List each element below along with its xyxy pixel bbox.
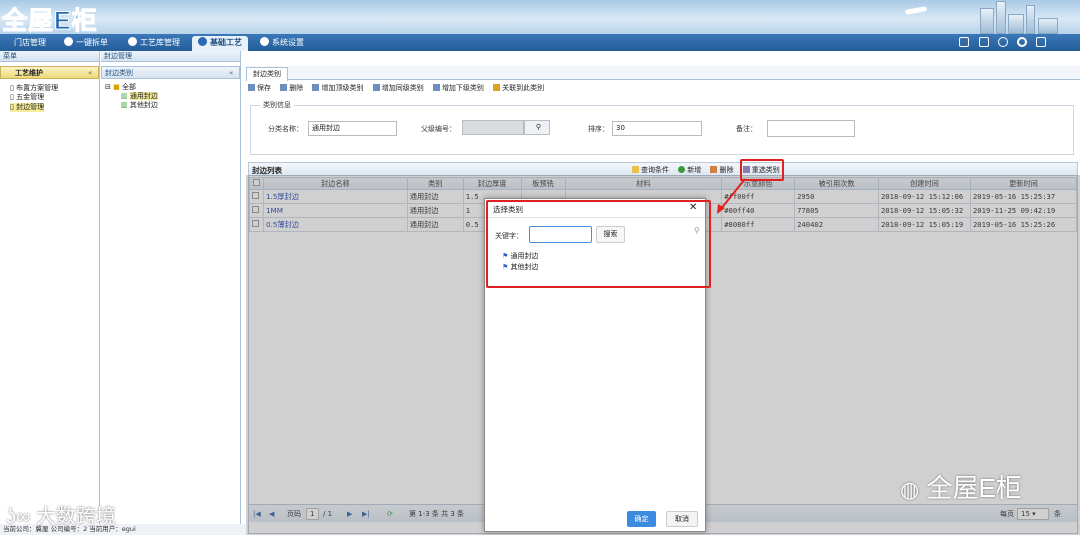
monitor-icon[interactable] bbox=[959, 37, 969, 47]
tab-one-click-split[interactable]: 一键拆单 bbox=[58, 36, 114, 51]
watermark-logo-icon: ʖ∞ bbox=[6, 506, 31, 528]
tree-item-other[interactable]: ▥ 其他封边 bbox=[105, 101, 240, 110]
sort-input[interactable]: 30 bbox=[612, 121, 702, 136]
add-icon bbox=[432, 84, 440, 91]
remark-label: 备注： bbox=[736, 125, 757, 133]
add-child-category-button[interactable]: 增加下级类别 bbox=[432, 84, 484, 92]
query-conditions-button[interactable]: 查询条件 bbox=[632, 166, 669, 174]
add-sibling-category-button[interactable]: 增加同级类别 bbox=[372, 84, 424, 92]
save-icon bbox=[248, 84, 255, 91]
menu-item-layout-plan[interactable]: ▯ 布置方案管理 bbox=[10, 84, 99, 93]
parent-label: 父级编号： bbox=[421, 125, 456, 133]
main-nav: 门店管理 一键拆单 工艺库管理 基础工艺 系统设置 bbox=[0, 34, 1080, 51]
collapse-icon[interactable]: « bbox=[229, 69, 233, 77]
menu-section-process[interactable]: 工艺维护 bbox=[0, 66, 99, 79]
tab-process-library[interactable]: 工艺库管理 bbox=[122, 36, 186, 51]
add-top-category-button[interactable]: 增加顶级类别 bbox=[312, 84, 363, 92]
cancel-button[interactable]: 取消 bbox=[666, 511, 698, 527]
airplane-icon bbox=[904, 6, 928, 15]
banner: 全屋E柜 bbox=[0, 0, 1080, 34]
category-tree-panel: 封边管理 封边类别 « ⊟ ■ 全部 ▥ 通用封边 ▥ 其他封边 bbox=[101, 51, 241, 535]
sort-label: 排序： bbox=[588, 125, 609, 133]
filter-icon bbox=[632, 166, 639, 173]
remark-textarea[interactable] bbox=[767, 120, 855, 137]
tab-system-settings[interactable]: 系统设置 bbox=[254, 36, 310, 51]
ok-button[interactable]: 确定 bbox=[627, 511, 656, 527]
fieldset-legend: 类别信息 bbox=[260, 100, 294, 110]
search-icon[interactable]: ⚲ bbox=[524, 120, 550, 135]
add-icon bbox=[372, 84, 380, 91]
check-circle-icon bbox=[128, 37, 137, 46]
building-graphic bbox=[996, 1, 1006, 34]
gear-icon[interactable] bbox=[1017, 37, 1027, 47]
wechat-icon: ◍ bbox=[900, 477, 920, 502]
tab-store-management[interactable]: 门店管理 bbox=[8, 36, 52, 51]
check-circle-icon bbox=[64, 37, 73, 46]
calendar-icon[interactable] bbox=[979, 37, 989, 47]
settings-circle-icon bbox=[260, 37, 269, 46]
category-name-input[interactable]: 通用封边 bbox=[308, 121, 397, 136]
breadcrumb: 封边管理 bbox=[101, 51, 240, 62]
building-graphic bbox=[1026, 5, 1035, 34]
grid-delete-button[interactable]: 删除 bbox=[710, 166, 733, 174]
save-button[interactable]: 保存 bbox=[248, 84, 271, 92]
user-icon[interactable] bbox=[998, 37, 1008, 47]
tree-header: 封边类别 bbox=[101, 66, 240, 79]
grid-add-button[interactable]: 新增 bbox=[678, 166, 701, 174]
delete-icon bbox=[280, 84, 288, 91]
link-category-button[interactable]: 关联到此类别 bbox=[493, 84, 544, 92]
menu-item-hardware[interactable]: ▯ 五金管理 bbox=[10, 93, 99, 102]
building-graphic bbox=[980, 8, 994, 34]
tree-item-general[interactable]: ▥ 通用封边 bbox=[105, 92, 240, 101]
tree-root[interactable]: ⊟ ■ 全部 bbox=[105, 83, 240, 92]
tab-basic-process[interactable]: 基础工艺 bbox=[192, 36, 248, 51]
name-label: 分类名称： bbox=[268, 125, 303, 133]
building-graphic bbox=[1038, 18, 1058, 34]
watermark-left: ʖ∞ 大数跨境 bbox=[6, 506, 116, 528]
highlight-box bbox=[486, 200, 711, 288]
toolbar: 保存 删除 增加顶级类别 增加同级类别 增加下级类别 关联到此类别 bbox=[248, 83, 551, 93]
left-panel: 菜单 工艺维护 ▯ 布置方案管理 ▯ 五金管理 ▯ 封边管理 « bbox=[0, 51, 100, 535]
add-icon bbox=[312, 84, 320, 91]
tab-edge-category[interactable]: 封边类别 bbox=[246, 67, 288, 81]
app-logo: 全屋E柜 bbox=[2, 7, 98, 35]
link-icon bbox=[493, 84, 501, 91]
exit-icon[interactable] bbox=[1036, 37, 1046, 47]
add-icon bbox=[678, 166, 686, 173]
watermark-right: ◍ 全屋E柜 bbox=[900, 473, 1022, 503]
parent-code-input[interactable] bbox=[462, 120, 524, 135]
menu-header: 菜单 bbox=[0, 51, 99, 62]
annotation-arrow bbox=[717, 178, 746, 214]
delete-icon bbox=[710, 166, 718, 173]
cog-circle-icon bbox=[198, 37, 207, 46]
delete-button[interactable]: 删除 bbox=[280, 84, 303, 92]
building-graphic bbox=[1008, 14, 1024, 34]
menu-item-edge-banding[interactable]: ▯ 封边管理 bbox=[10, 103, 45, 112]
collapse-icon[interactable]: « bbox=[88, 69, 92, 77]
